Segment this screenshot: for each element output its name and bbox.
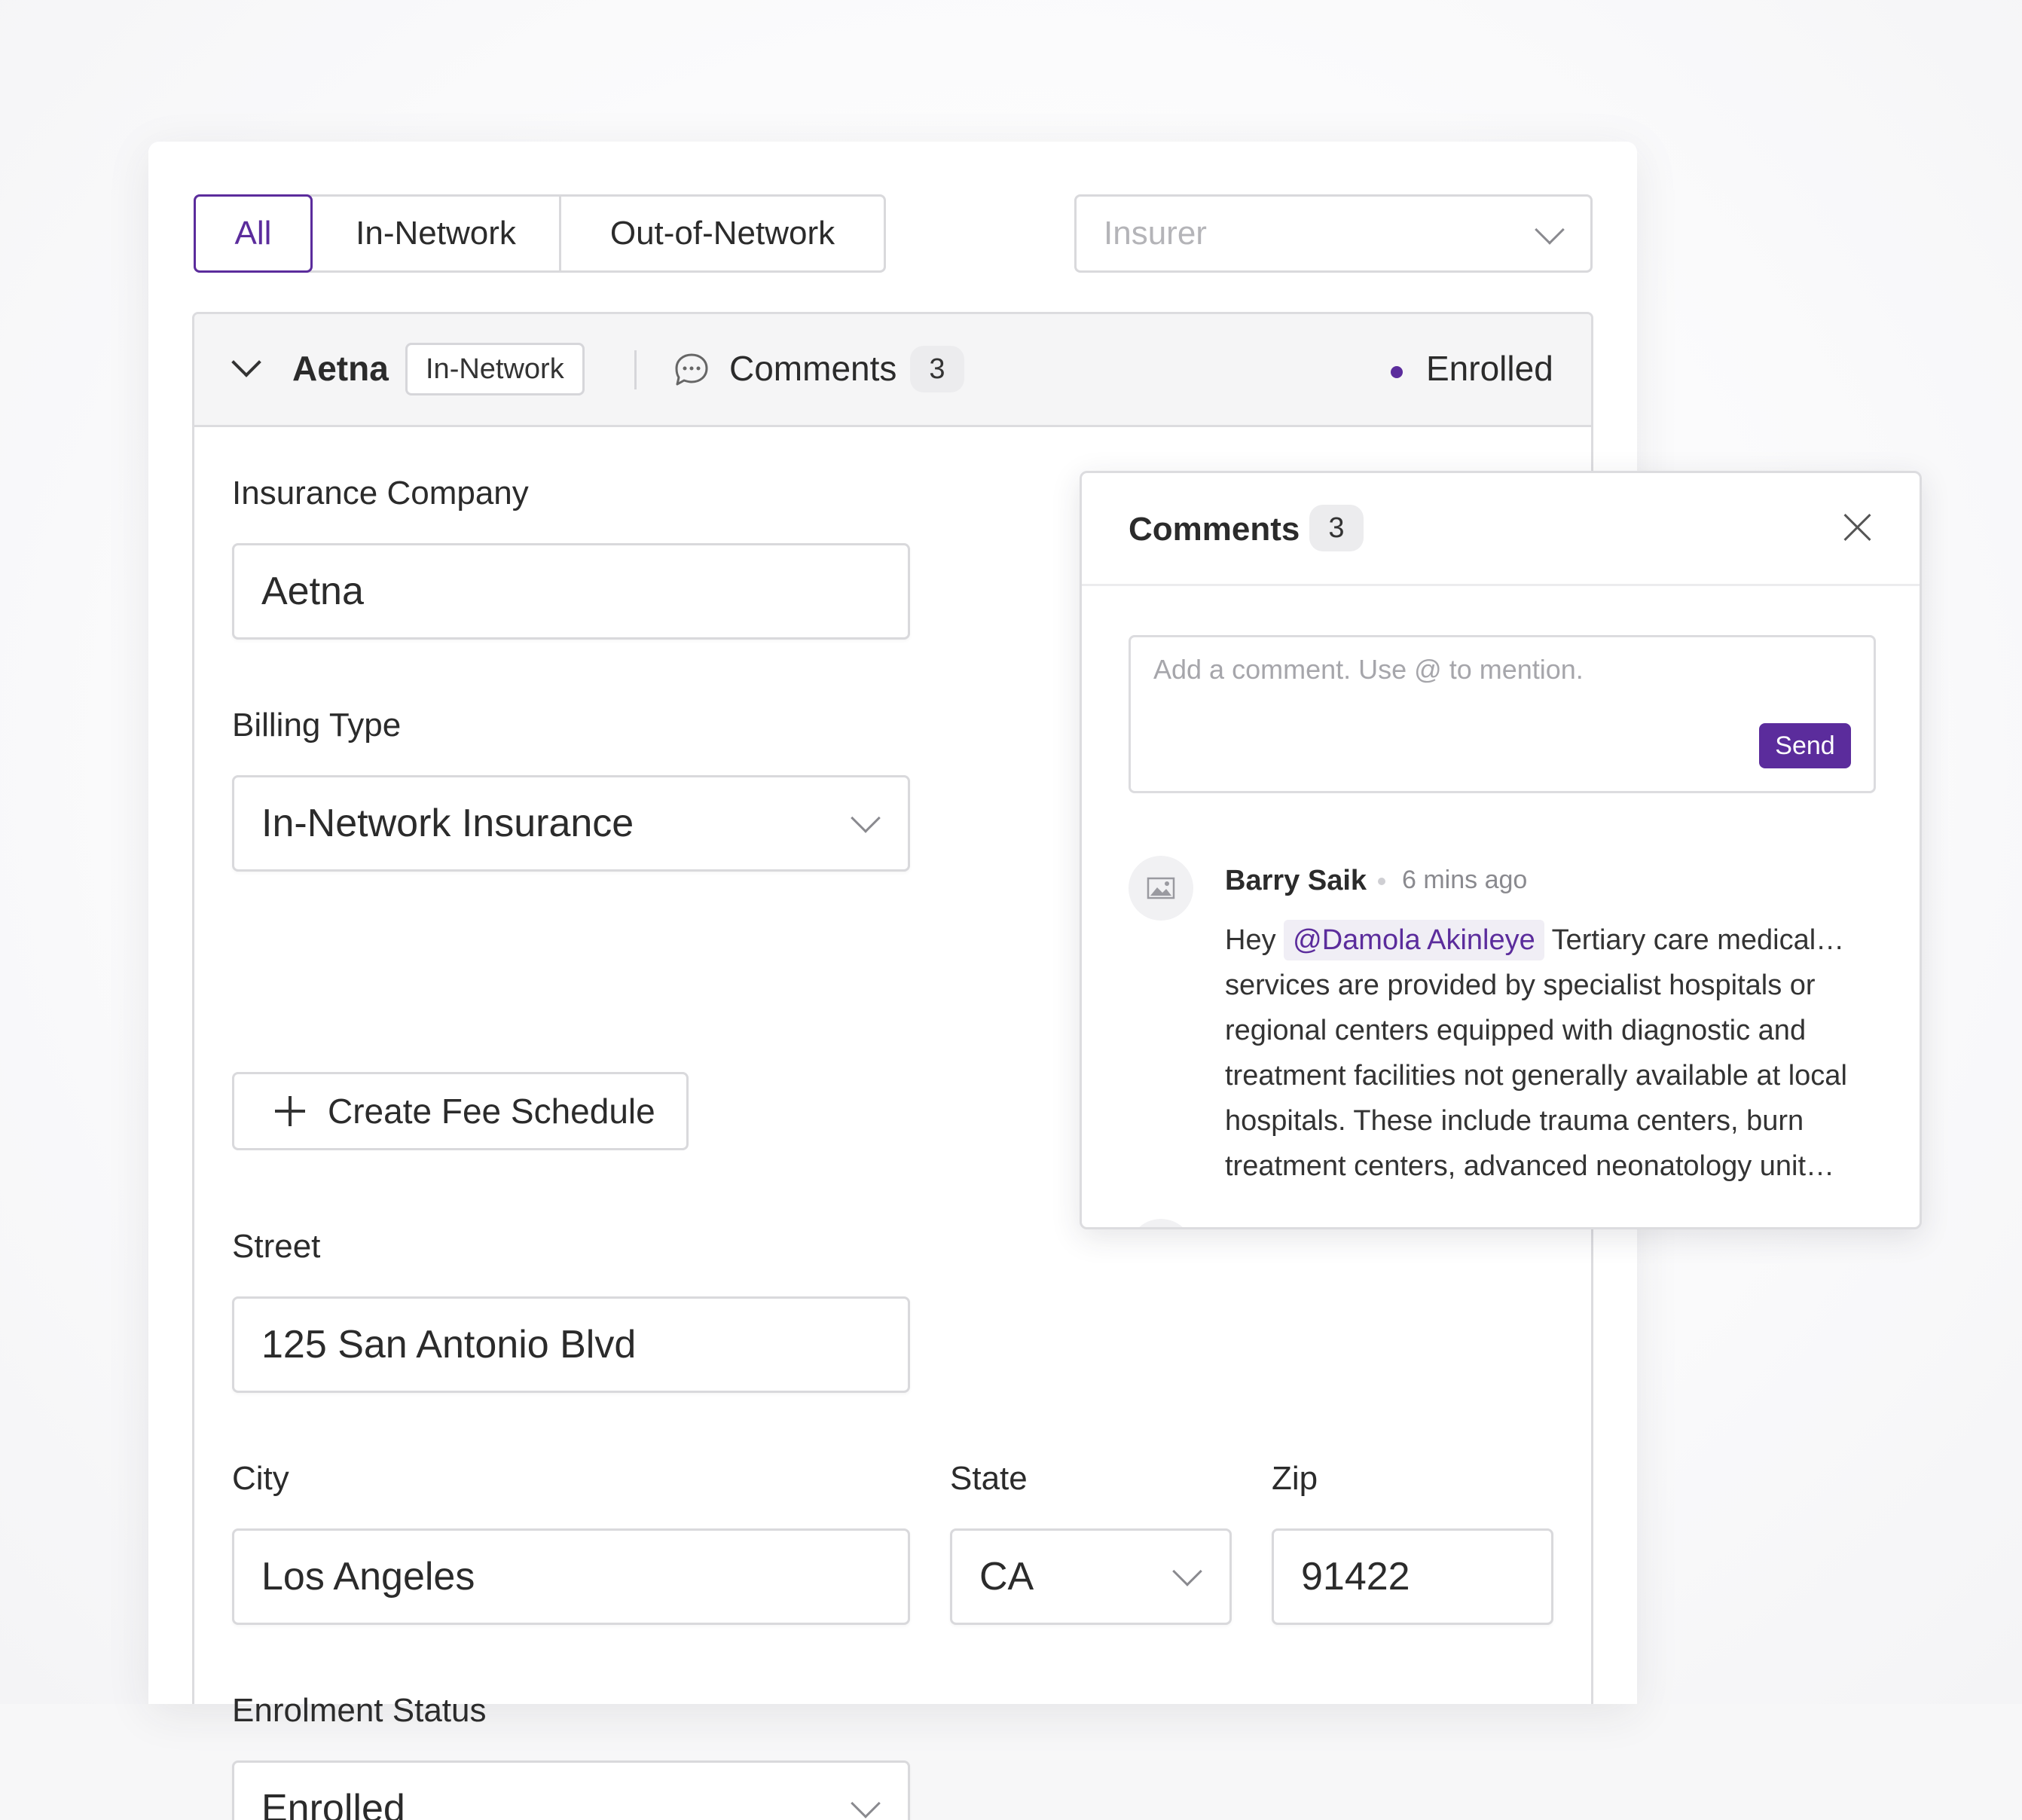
network-badge: In-Network (405, 343, 585, 395)
billing-type-value: In-Network Insurance (261, 802, 634, 845)
enrolment-status-select[interactable]: Enrolled (232, 1760, 910, 1820)
create-fee-schedule-button[interactable]: Create Fee Schedule (232, 1072, 689, 1150)
mention-tag[interactable]: @Damola Akinleye (1284, 920, 1544, 960)
chevron-down-icon (1172, 1556, 1202, 1586)
enrollment-status-text: Enrolled (1426, 349, 1553, 388)
state-select[interactable]: CA (950, 1528, 1232, 1625)
insurance-company-value: Aetna (261, 570, 364, 613)
insurer-select[interactable]: Insurer (1074, 194, 1593, 273)
city-label: City (232, 1460, 289, 1497)
create-fee-schedule-label: Create Fee Schedule (328, 1092, 655, 1131)
image-placeholder-icon (1147, 877, 1175, 899)
tab-out-of-network[interactable]: Out-of-Network (561, 197, 884, 270)
avatar (1129, 856, 1193, 921)
comment-timestamp: 6 mins ago (1402, 866, 1528, 894)
send-button[interactable]: Send (1759, 723, 1851, 768)
tab-in-network[interactable]: In-Network (313, 197, 561, 270)
insurer-placeholder: Insurer (1104, 215, 1207, 252)
state-label: State (950, 1460, 1028, 1497)
street-field[interactable]: 125 San Antonio Blvd (232, 1296, 910, 1393)
avatar (1129, 1219, 1193, 1227)
enrolment-status-label: Enrolment Status (232, 1692, 487, 1729)
city-value: Los Angeles (261, 1555, 475, 1599)
street-label: Street (232, 1228, 321, 1265)
insurance-company-label: Insurance Company (232, 475, 529, 511)
separator-dot (1378, 878, 1385, 885)
comments-panel-title: Comments (1129, 511, 1300, 548)
divider (634, 350, 637, 389)
comment-composer: Send (1129, 635, 1876, 793)
status-dot-icon (1391, 366, 1403, 378)
insurer-name: Aetna (292, 349, 389, 388)
billing-type-select[interactable]: In-Network Insurance (232, 775, 910, 872)
billing-type-label: Billing Type (232, 707, 402, 744)
comment-author[interactable]: Barry Saik (1225, 865, 1367, 897)
state-value: CA (979, 1555, 1034, 1599)
insurance-company-field[interactable]: Aetna (232, 543, 910, 640)
comments-panel-header: Comments 3 (1082, 473, 1920, 586)
comments-link[interactable]: Comments (729, 348, 896, 389)
network-filter-tabs: All In-Network Out-of-Network (194, 194, 886, 273)
city-field[interactable]: Los Angeles (232, 1528, 910, 1625)
comment-icon[interactable] (670, 349, 713, 391)
zip-label: Zip (1272, 1460, 1318, 1497)
accordion-header[interactable]: Aetna In-Network Comments 3 Enrolled (194, 314, 1591, 427)
chevron-down-icon (1535, 215, 1565, 245)
close-icon[interactable] (1843, 512, 1873, 542)
plus-icon (275, 1096, 305, 1126)
comments-count-badge: 3 (910, 346, 964, 392)
enrolment-status-value: Enrolled (261, 1787, 405, 1820)
comment-prefix: Hey (1225, 924, 1276, 956)
comment-body: Hey @Damola Akinleye Tertiary care medic… (1225, 918, 1858, 1189)
chevron-down-icon[interactable] (231, 347, 261, 377)
zip-value: 91422 (1301, 1555, 1410, 1599)
comments-panel: Comments 3 Send Barry Saik 6 mins ago He… (1080, 471, 1922, 1229)
zip-field[interactable]: 91422 (1272, 1528, 1553, 1625)
tab-all[interactable]: All (194, 194, 313, 273)
comments-count-badge: 3 (1309, 505, 1364, 551)
chevron-down-icon (851, 1788, 881, 1818)
chevron-down-icon (851, 803, 881, 833)
street-value: 125 San Antonio Blvd (261, 1323, 637, 1367)
comment-text: Tertiary care medical… services are prov… (1225, 924, 1847, 1182)
